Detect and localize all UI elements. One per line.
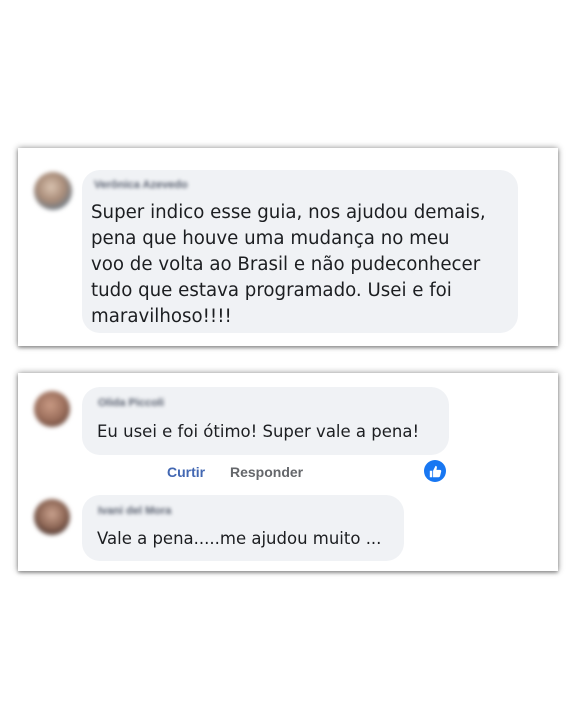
avatar[interactable] xyxy=(34,499,70,535)
like-thumb-icon[interactable] xyxy=(424,460,446,482)
comment-thread-card: Olida Piccoli Eu usei e foi ótimo! Super… xyxy=(18,373,558,571)
commenter-name[interactable]: Olida Piccoli xyxy=(98,397,164,409)
comment-bubble: Olida Piccoli Eu usei e foi ótimo! Super… xyxy=(82,387,449,455)
commenter-name[interactable]: Ivani del Mora xyxy=(98,505,171,517)
reply-link[interactable]: Responder xyxy=(230,464,303,480)
avatar[interactable] xyxy=(34,391,70,427)
comment-bubble: Ivani del Mora Vale a pena.....me ajudou… xyxy=(82,495,404,561)
like-link[interactable]: Curtir xyxy=(167,464,205,480)
commenter-name[interactable]: Verônica Azevedo xyxy=(94,179,188,191)
like-thumb-glyph xyxy=(429,465,441,477)
comment-card: Verônica Azevedo Super indico esse guia,… xyxy=(18,148,558,346)
comment-text: Super indico esse guia, nos ajudou demai… xyxy=(91,202,486,327)
comment-bubble: Verônica Azevedo Super indico esse guia,… xyxy=(82,170,518,333)
avatar[interactable] xyxy=(34,172,72,210)
comment-text: Eu usei e foi ótimo! Super vale a pena! xyxy=(97,422,420,441)
comment-text: Vale a pena.....me ajudou muito ... xyxy=(97,529,382,548)
